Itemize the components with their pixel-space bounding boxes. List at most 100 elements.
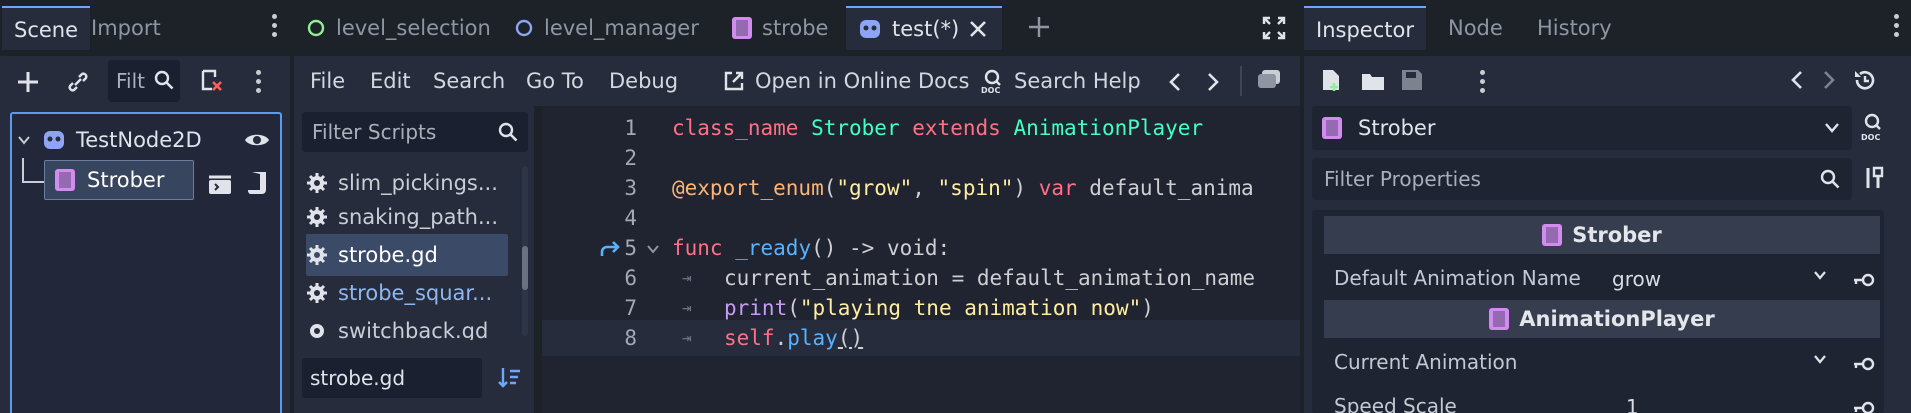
history-forward-icon[interactable] [1206, 72, 1220, 92]
menu-goto[interactable]: Go To [526, 56, 584, 106]
inspector-options-icon[interactable] [1480, 70, 1486, 93]
history-icon[interactable] [1852, 68, 1878, 92]
filter-properties-placeholder: Filter Properties [1324, 167, 1481, 191]
editor-tab-label: level_manager [544, 16, 699, 40]
speed-scale-field[interactable]: 1 [1602, 388, 1837, 413]
tab-node[interactable]: Node [1436, 6, 1515, 50]
script-list[interactable]: slim_pickings... snaking_path... strobe.… [302, 158, 528, 340]
filter-scripts-input[interactable]: Filter Scripts [302, 112, 528, 152]
scene-filter-input[interactable]: Filt [108, 60, 180, 102]
menu-debug[interactable]: Debug [609, 56, 678, 106]
script-editor: level_selection level_manager strobe tes… [294, 0, 1300, 413]
object-name: Strober [1358, 116, 1436, 140]
scrollbar-thumb[interactable] [522, 246, 528, 290]
sort-icon[interactable] [498, 366, 522, 390]
menu-search[interactable]: Search [433, 56, 505, 106]
property-row: Default Animation Name grow [1312, 258, 1884, 300]
object-selector[interactable]: Strober [1312, 106, 1852, 150]
scene-options-icon[interactable] [256, 70, 262, 93]
close-icon[interactable] [969, 20, 987, 38]
toggle-scripts-panel-icon[interactable] [1256, 68, 1282, 92]
next-object-icon[interactable] [1822, 70, 1836, 90]
revert-key-icon[interactable] [1852, 270, 1876, 290]
doc-help-icon[interactable]: DOC [1860, 112, 1886, 142]
search-icon [1820, 169, 1840, 189]
search-help-button[interactable]: DOC Search Help [980, 56, 1141, 106]
search-icon [154, 70, 174, 90]
script-list-item[interactable]: strobe_squar... [306, 272, 506, 314]
add-node-icon[interactable] [16, 70, 40, 94]
section-header-animationplayer[interactable]: AnimationPlayer [1324, 300, 1880, 338]
menu-file[interactable]: File [310, 56, 345, 106]
open-folder-icon[interactable] [1360, 70, 1386, 92]
script-list-item-selected[interactable]: strobe.gd [306, 234, 508, 276]
current-script-field: strobe.gd [302, 358, 482, 398]
editor-tab-strobe[interactable]: strobe [720, 6, 840, 50]
property-value: 1 [1626, 395, 1639, 413]
menu-edit[interactable]: Edit [370, 56, 411, 106]
editor-tab-level-manager[interactable]: level_manager [502, 6, 711, 50]
collapse-arrow-icon[interactable] [16, 132, 32, 148]
fold-arrow-icon[interactable] [646, 243, 660, 255]
properties-panel: Strober Default Animation Name grow Anim… [1312, 210, 1884, 413]
script-name: snaking_path... [338, 205, 499, 229]
tools-icon[interactable] [1862, 166, 1886, 192]
chevron-down-icon [1814, 271, 1826, 280]
distraction-free-icon[interactable] [1262, 16, 1286, 40]
save-icon[interactable] [1400, 68, 1424, 92]
inspector-tabbar: Inspector Node History [1304, 0, 1911, 56]
section-title: Strober [1572, 223, 1662, 247]
tab-scene[interactable]: Scene [2, 6, 91, 50]
editor-tab-test[interactable]: test(*) [846, 6, 1002, 50]
gear-icon [307, 173, 327, 193]
script-list-item[interactable]: snaking_path... [306, 196, 506, 238]
editor-tab-label: level_selection [336, 16, 491, 40]
scene-tree[interactable]: TestNode2D Strober [10, 112, 282, 413]
new-resource-icon[interactable] [1320, 68, 1342, 94]
editor-tab-level-selection[interactable]: level_selection [294, 6, 503, 50]
default-animation-name-dropdown[interactable]: grow [1602, 260, 1837, 298]
link-icon[interactable] [66, 70, 90, 94]
script-icon[interactable] [246, 170, 268, 196]
script-name: strobe.gd [338, 243, 438, 267]
scene-filter-placeholder: Filt [116, 69, 146, 93]
property-label: Speed Scale [1334, 394, 1457, 413]
visibility-eye-icon[interactable] [244, 131, 270, 149]
property-label: Default Animation Name [1334, 266, 1581, 290]
tab-inspector[interactable]: Inspector [1304, 6, 1426, 50]
animation-player-icon [732, 17, 752, 39]
inspector-dock-menu-icon[interactable] [1894, 14, 1900, 37]
scene-dock: Scene Import Filt TestNode2D Strober [0, 0, 290, 413]
section-header-strober[interactable]: Strober [1324, 216, 1880, 254]
previous-object-icon[interactable] [1790, 70, 1804, 90]
script-menu-bar: File Edit Search Go To Debug Open in Onl… [294, 56, 1300, 106]
tree-row-root[interactable]: TestNode2D [16, 120, 278, 160]
script-list-item[interactable]: switchback.gd [306, 310, 506, 340]
tree-row-strober[interactable]: Strober [44, 160, 194, 200]
animation-player-icon [1322, 117, 1342, 139]
current-animation-dropdown[interactable] [1602, 344, 1837, 382]
editor-tab-label: test(*) [892, 17, 960, 41]
gear-icon [310, 324, 324, 338]
filter-properties-input[interactable]: Filter Properties [1312, 158, 1852, 200]
tab-history[interactable]: History [1525, 6, 1624, 50]
animation-player-icon [1489, 308, 1510, 330]
revert-key-icon[interactable] [1852, 354, 1876, 374]
animation-clapper-icon[interactable] [207, 174, 233, 196]
code-editor[interactable]: 1 class_name Strober extends AnimationPl… [542, 106, 1300, 413]
circle-icon-blue [515, 19, 533, 37]
circle-icon-green [307, 19, 325, 37]
history-back-icon[interactable] [1168, 72, 1182, 92]
animation-player-icon [55, 169, 75, 191]
new-tab-plus-icon[interactable] [1028, 16, 1050, 38]
scene-dock-menu-icon[interactable] [272, 14, 278, 37]
scripts-panel: Filter Scripts slim_pickings... snaking_… [294, 106, 534, 413]
script-list-scrollbar[interactable] [522, 166, 528, 336]
property-row: Current Animation [1312, 342, 1884, 384]
revert-key-icon[interactable] [1852, 398, 1876, 413]
open-online-docs-button[interactable]: Open in Online Docs [723, 56, 970, 106]
tab-import[interactable]: Import [79, 6, 173, 50]
node-name-root: TestNode2D [76, 128, 202, 152]
svg-text:DOC: DOC [981, 86, 1000, 94]
attach-script-icon[interactable] [198, 68, 224, 94]
